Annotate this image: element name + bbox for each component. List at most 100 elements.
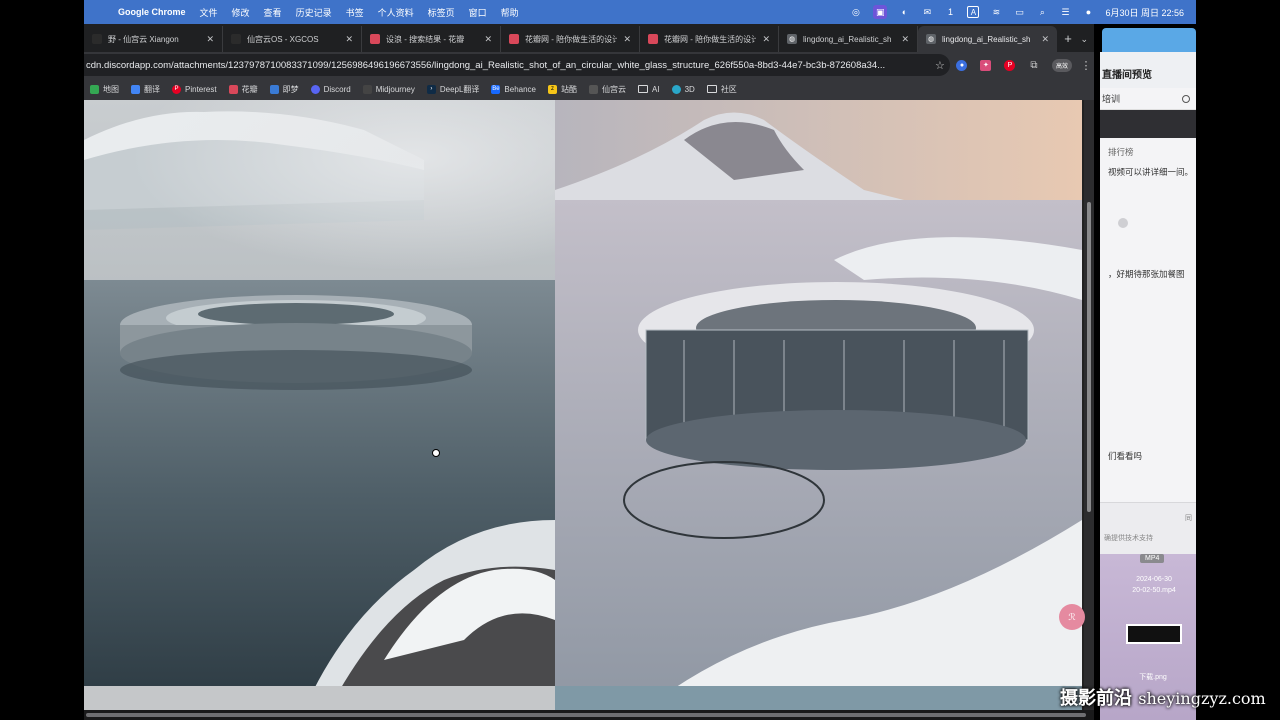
- bookmark-label: DeepL翻译: [439, 84, 480, 94]
- extensions-puzzle-icon[interactable]: ⧉: [1022, 55, 1046, 75]
- bookmark-deepl[interactable]: › DeepL翻译: [426, 84, 480, 95]
- panel-search[interactable]: 培训: [1100, 88, 1196, 110]
- bookmark-label: 地图: [103, 84, 119, 94]
- panel-title: 直播间预览: [1100, 52, 1196, 88]
- folder-icon: [706, 85, 717, 93]
- control-center-icon[interactable]: ☰: [1059, 5, 1071, 19]
- watermark-latin: sheyingzyz.com: [1138, 689, 1266, 708]
- behance-icon: Be: [491, 84, 501, 94]
- tab-title: lingdong_ai_Realistic_sh: [803, 34, 892, 44]
- menu-bookmarks[interactable]: 书签: [346, 6, 364, 19]
- close-icon[interactable]: ✕: [901, 34, 909, 45]
- screen-record-icon[interactable]: ▣: [872, 5, 888, 19]
- desktop-folder-icon[interactable]: [1102, 28, 1196, 54]
- vertical-scrollbar[interactable]: [1084, 100, 1094, 710]
- new-tab-button[interactable]: +: [1057, 26, 1079, 52]
- clock[interactable]: 6月30日 周日 22:56: [1105, 5, 1184, 19]
- menu-history[interactable]: 历史记录: [296, 6, 332, 19]
- bookmark-3d[interactable]: 3D: [671, 84, 695, 94]
- menu-edit[interactable]: 修改: [232, 6, 250, 19]
- address-bar[interactable]: cdn.discordapp.com/attachments/123797871…: [84, 54, 950, 76]
- address-url[interactable]: cdn.discordapp.com/attachments/123797871…: [86, 60, 930, 71]
- siri-icon[interactable]: ●: [1082, 5, 1094, 19]
- close-icon[interactable]: ✕: [206, 34, 214, 45]
- wechat-icon[interactable]: ✉: [921, 5, 933, 19]
- battery-icon[interactable]: ▭: [1013, 5, 1025, 19]
- horizontal-scrollbar[interactable]: [84, 710, 1094, 720]
- menu-tabs[interactable]: 标签页: [428, 6, 455, 19]
- bookmark-jimeng[interactable]: 即梦: [269, 84, 299, 95]
- wifi-icon[interactable]: ≋: [990, 5, 1002, 19]
- 3d-icon: [671, 84, 681, 94]
- tab-1[interactable]: 野 - 仙宫云 Xiangon ✕: [84, 26, 223, 52]
- menu-help[interactable]: 帮助: [501, 6, 519, 19]
- status-globe-icon[interactable]: ◎: [850, 5, 862, 19]
- png-file-name[interactable]: 下载.png: [1130, 672, 1176, 682]
- close-icon[interactable]: ✕: [623, 34, 631, 45]
- video-file-name[interactable]: 20-02-50.mp4: [1122, 587, 1186, 594]
- bookmark-label: 3D: [684, 84, 695, 94]
- bookmark-zcool[interactable]: z 站酷: [548, 84, 577, 95]
- png-thumbnail[interactable]: [1126, 624, 1182, 644]
- chat-list: 排行榜 视频可以讲详细一间。 ，好期待那张加餐图 们看看吗: [1100, 138, 1196, 462]
- tab-5[interactable]: 花瓣网 - 陪你做生活的设计 ✕: [640, 26, 779, 52]
- bookmark-behance[interactable]: Be Behance: [491, 84, 537, 94]
- sync-icon[interactable]: ◐: [898, 5, 910, 19]
- tab-6[interactable]: ◍ lingdong_ai_Realistic_sh ✕: [779, 26, 918, 52]
- tab-strip: 野 - 仙宫云 Xiangon ✕ 仙宫云OS - XGCOS ✕ 设浪 - 搜…: [84, 24, 1094, 52]
- close-icon[interactable]: ✕: [762, 34, 770, 45]
- bookmark-label: Behance: [504, 84, 537, 94]
- refresh-label[interactable]: 同: [1185, 513, 1192, 523]
- menu-window[interactable]: 窗口: [469, 6, 487, 19]
- search-icon[interactable]: ⌕: [1036, 5, 1048, 19]
- bookmark-label: 站酷: [561, 84, 578, 94]
- rendered-image: [84, 100, 1082, 710]
- app-name[interactable]: Google Chrome: [118, 7, 186, 17]
- input-method-icon[interactable]: A: [967, 6, 980, 18]
- menu-kebab-icon[interactable]: ⋮: [1078, 59, 1094, 72]
- tab-search-chevron-icon[interactable]: ⌄: [1080, 26, 1088, 52]
- jimeng-icon: [269, 84, 279, 94]
- tab-3[interactable]: 设浪 - 搜索结果 - 花瓣 ✕: [362, 26, 501, 52]
- bookmark-label: AI: [652, 84, 660, 94]
- macos-menubar: Google Chrome 文件 修改 查看 历史记录 书签 个人资料 标签页 …: [84, 0, 1196, 24]
- floating-assist-button[interactable]: ℛ: [1059, 604, 1085, 630]
- xgcos-icon: [231, 34, 241, 44]
- extension-pink-icon[interactable]: ✦: [974, 55, 998, 75]
- tab-7-active[interactable]: ◍ lingdong_ai_Realistic_sh ✕: [918, 26, 1057, 52]
- tab-2[interactable]: 仙宫云OS - XGCOS ✕: [223, 26, 362, 52]
- folder-icon: [638, 85, 649, 93]
- close-icon[interactable]: ✕: [345, 34, 353, 45]
- bookmark-pinterest[interactable]: P Pinterest: [172, 84, 217, 94]
- translate-icon: [131, 84, 140, 94]
- pinterest-extension-icon[interactable]: P: [998, 55, 1022, 75]
- tab-4[interactable]: 花瓣网 - 陪你做生活的设计 ✕: [501, 26, 640, 52]
- tab-title: 花瓣网 - 陪你做生活的设计: [525, 34, 618, 44]
- image-viewport[interactable]: [84, 100, 1094, 710]
- bookmark-folder-community[interactable]: 社区: [706, 84, 737, 95]
- bookmark-star-icon[interactable]: ☆: [930, 59, 950, 72]
- menu-view[interactable]: 查看: [264, 6, 282, 19]
- bookmark-discord[interactable]: Discord: [310, 84, 351, 94]
- bookmark-translate[interactable]: 翻译: [131, 84, 160, 95]
- rank-label[interactable]: 排行榜: [1108, 146, 1196, 158]
- xgc-icon: [589, 84, 599, 94]
- extension-blue-icon[interactable]: ●: [950, 55, 974, 75]
- video-file-date[interactable]: 2024-06-30: [1126, 576, 1182, 583]
- menu-profiles[interactable]: 个人资料: [378, 6, 414, 19]
- close-icon[interactable]: ✕: [484, 34, 492, 45]
- scrollbar-thumb[interactable]: [1087, 202, 1091, 512]
- bookmark-maps[interactable]: 地图: [90, 84, 119, 95]
- close-icon[interactable]: ✕: [1041, 34, 1049, 45]
- bookmark-xgc[interactable]: 仙宫云: [589, 84, 626, 95]
- bookmark-huaban[interactable]: 花瓣: [228, 84, 258, 95]
- menu-file[interactable]: 文件: [200, 6, 218, 19]
- bookmark-midjourney[interactable]: Midjourney: [362, 84, 415, 94]
- search-icon[interactable]: [1182, 94, 1190, 103]
- bookmark-folder-ai[interactable]: AI: [638, 85, 660, 94]
- scrollbar-thumb[interactable]: [86, 713, 1086, 717]
- mp4-badge: MP4: [1140, 554, 1165, 563]
- live-preview-panel: 直播间预览 培训 排行榜 视频可以讲详细一间。 ，好期待那张加餐图 们看看吗 同…: [1100, 52, 1196, 554]
- zoom-cursor: [432, 449, 440, 457]
- profile-chip[interactable]: 高效: [1051, 58, 1072, 72]
